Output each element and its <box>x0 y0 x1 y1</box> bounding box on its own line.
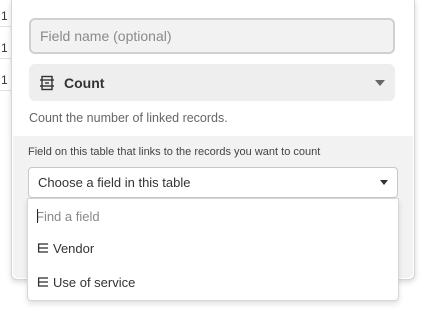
chevron-down-icon <box>375 79 385 86</box>
field-type-select[interactable]: Count <box>29 64 395 101</box>
field-type-label: Count <box>64 74 105 91</box>
field-type-description: Count the number of linked records. <box>29 111 228 125</box>
linked-field-select-value: Choose a field in this table <box>38 175 191 190</box>
link-field-icon <box>37 242 49 254</box>
app-stage: 1 1 1 Count Count the number of linked r… <box>0 0 427 331</box>
linked-field-select[interactable]: Choose a field in this table <box>28 167 398 198</box>
linked-field-label: Field on this table that links to the re… <box>28 146 321 158</box>
dropdown-option-label: Vendor <box>53 240 95 256</box>
field-dropdown: Vendor Use of service <box>27 198 399 301</box>
find-field-input[interactable] <box>36 205 386 227</box>
count-icon <box>39 75 55 91</box>
field-name-input[interactable] <box>29 18 395 54</box>
dropdown-option-vendor[interactable]: Vendor <box>28 234 398 262</box>
link-field-icon <box>37 276 49 288</box>
text-cursor <box>37 209 38 223</box>
chevron-down-icon <box>380 180 388 185</box>
dropdown-option-label: Use of service <box>53 274 136 290</box>
dropdown-option-use-of-service[interactable]: Use of service <box>28 268 398 296</box>
